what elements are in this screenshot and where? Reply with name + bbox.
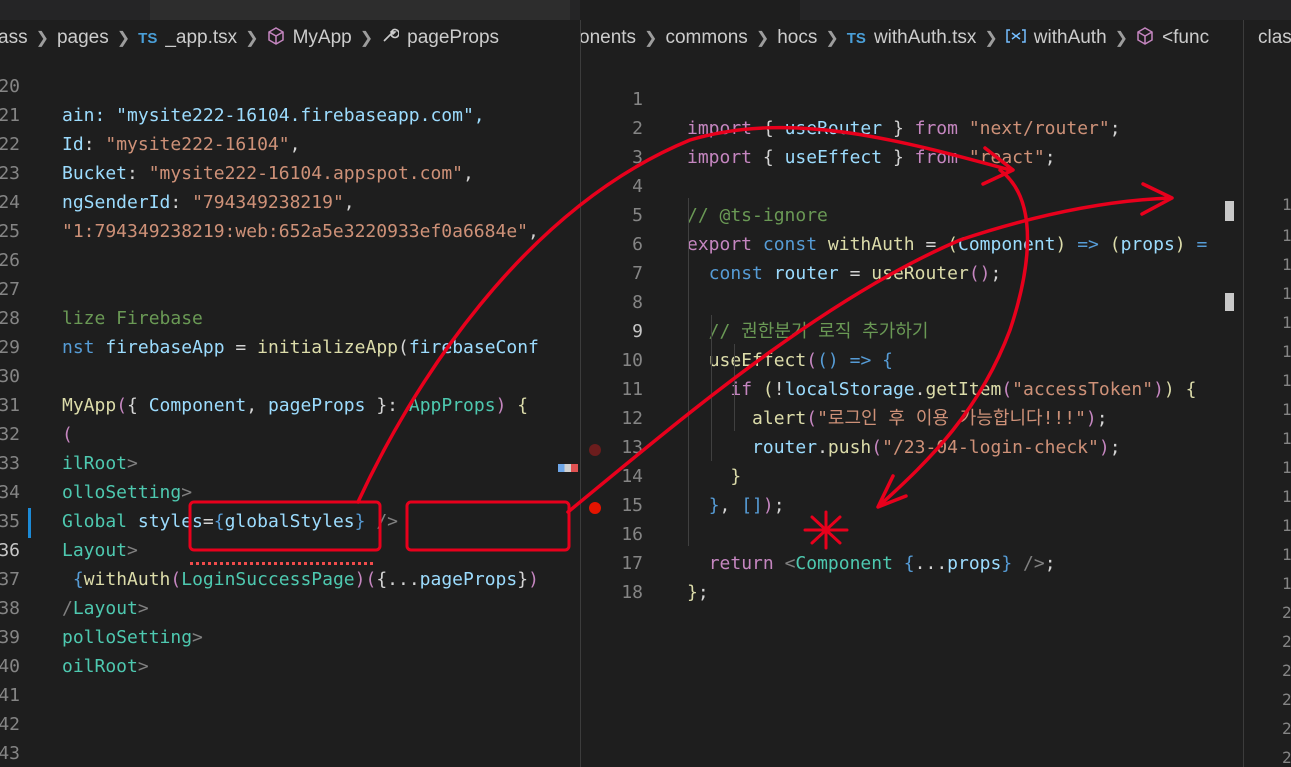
code-line: 17 };: [581, 520, 1243, 603]
indent-guide: [688, 198, 689, 546]
cube-icon: [1136, 26, 1154, 50]
code-line: 41: [0, 652, 580, 706]
code-line: 14 }, []);: [581, 433, 1243, 516]
line-number: 1: [1282, 516, 1291, 535]
third-editor-pane[interactable]: clas 1 1 1 1 1 1 1 1 1 1 1 1 1 1 2 2 2 2 2 2: [1244, 20, 1291, 767]
code-line: 1 import { useRouter } from "next/router…: [581, 56, 1243, 139]
code-line: 39 oilRoot>: [0, 594, 580, 677]
line-number: 1: [1282, 284, 1291, 303]
variable-icon: [1006, 28, 1026, 49]
code-line: 8 // 권한분기 로직 추가하기: [581, 259, 1243, 342]
line-number: 2: [1282, 632, 1291, 651]
code-line: 33 olloSetting>: [0, 420, 580, 503]
line-number: 1: [1282, 487, 1291, 506]
code-line: 22 Bucket: "mysite222-16104.appspot.com"…: [0, 101, 580, 184]
line-number: 2: [1282, 603, 1291, 622]
left-editor-pane[interactable]: ass ❯ pages ❯ TS _app.tsx ❯ MyApp ❯ page…: [0, 20, 580, 767]
line-number: 2: [1282, 748, 1291, 767]
line-number: 2: [1282, 690, 1291, 709]
code-line: 5 export const withAuth = (Component) =>…: [581, 172, 1243, 255]
scrollbar-marker: [1225, 293, 1234, 311]
code-line: 30 MyApp({ Component, pageProps }: AppPr…: [0, 333, 580, 416]
left-editor-tab[interactable]: [150, 0, 570, 20]
code-line: 15: [581, 462, 1243, 516]
right-breadcrumb: onents ❯ commons ❯ hocs ❯ TS withAuth.ts…: [581, 20, 1243, 56]
code-line: 13 }: [581, 404, 1243, 487]
code-line: 44: [0, 739, 580, 767]
code-line: 24 "1:794349238219:web:652a5e3220933ef0a…: [0, 159, 580, 242]
line-number: 1: [1282, 458, 1291, 477]
chevron-right-icon: ❯: [755, 30, 770, 47]
chevron-right-icon: ❯: [1114, 30, 1129, 47]
code-line: 42: [0, 681, 580, 735]
code-line: 29: [0, 304, 580, 358]
chevron-right-icon: ❯: [825, 30, 839, 47]
code-line: 25: [0, 188, 580, 242]
breadcrumb-item[interactable]: clas: [1258, 27, 1291, 49]
line-number: 2: [1282, 719, 1291, 738]
code-line: 34 Global styles={globalStyles} />: [0, 449, 580, 532]
line-number: 18: [621, 582, 643, 603]
code-line: 38 polloSetting>: [0, 565, 580, 648]
code-line: 21 Id: "mysite222-16104",: [0, 72, 580, 155]
code-line: 10 if (!localStorage.getItem("accessToke…: [581, 317, 1243, 400]
breadcrumb-item[interactable]: commons: [665, 27, 747, 49]
right-editor-tab[interactable]: [580, 0, 800, 20]
breakpoint-icon[interactable]: [589, 502, 601, 514]
breakpoint-hint-icon[interactable]: [589, 444, 601, 456]
code-line: 16 return <Component {...props} />;: [581, 491, 1243, 574]
code-line: 3: [581, 114, 1243, 168]
line-number: 1: [1282, 226, 1291, 245]
error-squiggle: [190, 562, 374, 565]
code-line: 11 alert("로그인 후 이용 가능합니다!!!");: [581, 346, 1243, 429]
code-line: 40: [0, 623, 580, 677]
code-line: 4 // @ts-ignore: [581, 143, 1243, 226]
line-number: 1: [1282, 255, 1291, 274]
code-line: 32 ilRoot>: [0, 391, 580, 474]
line-number: 1: [1282, 313, 1291, 332]
code-line: 23 ngSenderId: "794349238219",: [0, 130, 580, 213]
code-line: 35 Layout>: [0, 478, 580, 561]
right-editor-pane[interactable]: onents ❯ commons ❯ hocs ❯ TS withAuth.ts…: [581, 20, 1243, 767]
code-line: 18: [581, 549, 1243, 603]
code-line-current: 36 {withAuth(LoginSuccessPage)({...pageP…: [0, 507, 580, 590]
chevron-right-icon: ❯: [644, 30, 658, 47]
chevron-right-icon: ❯: [984, 30, 998, 47]
line-number: 1: [1282, 429, 1291, 448]
line-number: 1: [1282, 342, 1291, 361]
breadcrumb-item[interactable]: <func: [1162, 27, 1209, 49]
code-line: 6 const router = useRouter();: [581, 201, 1243, 284]
breadcrumb-item[interactable]: withAuth.tsx: [874, 27, 976, 49]
code-line: 2 import { useEffect } from "react";: [581, 85, 1243, 168]
code-line: 31 (: [0, 362, 580, 445]
code-line: 37 /Layout>: [0, 536, 580, 619]
line-number: 1: [1282, 195, 1291, 214]
top-tab-strip: [0, 0, 1291, 20]
typescript-file-icon: TS: [846, 29, 866, 47]
flag-decoration-icon: [558, 464, 578, 472]
line-number: 1: [1282, 574, 1291, 593]
line-number: 1: [1282, 400, 1291, 419]
breadcrumb-item[interactable]: withAuth: [1034, 27, 1107, 49]
code-line: 43 fault MyApp;: [0, 710, 580, 764]
code-text: };: [687, 582, 709, 603]
change-gutter-marker: [28, 508, 31, 538]
line-number: 2: [1282, 661, 1291, 680]
code-line: 20 ain: "mysite222-16104.firebaseapp.com…: [0, 43, 580, 126]
breadcrumb-item[interactable]: onents: [581, 27, 636, 49]
code-line: 28 nst firebaseApp = initializeApp(fireb…: [0, 275, 580, 358]
line-number: 1: [1282, 545, 1291, 564]
code-line: 26: [0, 217, 580, 271]
indent-guide: [711, 315, 712, 461]
code-line: 12 router.push("/23-04-login-check");: [581, 375, 1243, 458]
breadcrumb-item[interactable]: hocs: [777, 27, 817, 49]
indent-guide: [734, 344, 735, 431]
line-number: 1: [1282, 371, 1291, 390]
code-line: 27 lize Firebase: [0, 246, 580, 329]
code-line-current: 9 useEffect(() => {: [581, 288, 1243, 371]
code-line: 7: [581, 230, 1243, 284]
scrollbar-thumb[interactable]: [1225, 201, 1234, 221]
